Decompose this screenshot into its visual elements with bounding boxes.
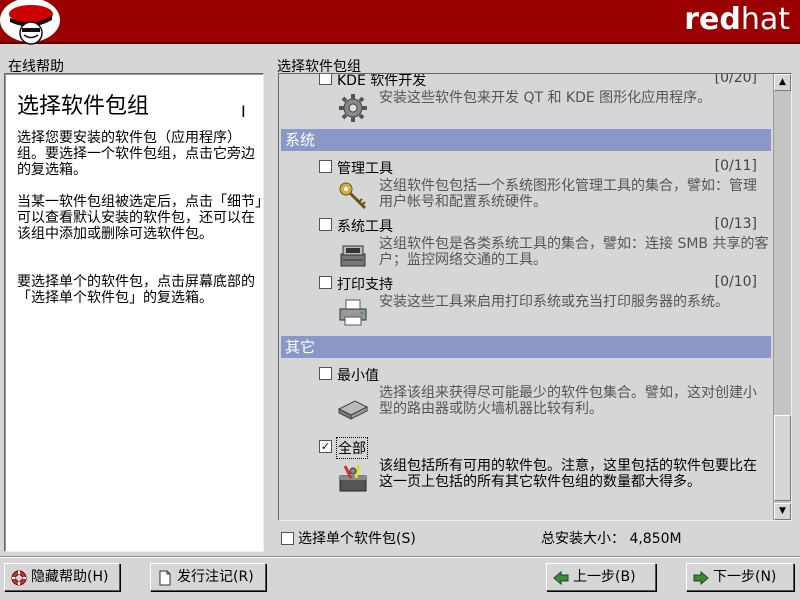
next-button[interactable]: 下一步(N) xyxy=(686,563,794,591)
vertical-scrollbar[interactable]: ▲ ▼ xyxy=(773,74,791,520)
scroll-up-arrow-icon[interactable]: ▲ xyxy=(774,74,791,91)
group-name: 全部 xyxy=(336,437,368,459)
help-panel[interactable]: 选择软件包组 I 选择您要安装的软件包（应用程序）组。要选择一个软件包组，点击它… xyxy=(4,73,264,552)
bottom-separator xyxy=(0,556,800,558)
package-group-row[interactable]: 最小值 选择该组来获得尽可能最少的软件包集合。譬如，这对创建小型的路由器或防火墙… xyxy=(319,365,771,435)
group-name: 管理工具 xyxy=(337,161,393,177)
checkbox-box[interactable] xyxy=(281,532,294,545)
back-button[interactable]: 上一步(B) xyxy=(546,563,656,591)
package-group-list[interactable]: KDE 软件开发 [0/20] 安装这些软件包来开发 QT 和 KDE 图形化应… xyxy=(278,73,792,521)
tools-icon xyxy=(337,238,369,270)
help-title: 选择软件包组 xyxy=(17,94,150,119)
toolbox-icon xyxy=(337,462,369,494)
disk-icon xyxy=(337,391,369,423)
arrow-right-icon xyxy=(693,569,709,586)
help-paragraph: 要选择单个的软件包，点击屏幕底部的「选择单个软件包」的复选箱。 xyxy=(17,274,255,306)
group-name: 最小值 xyxy=(337,368,379,384)
group-checkbox-checked[interactable]: ✓ xyxy=(319,440,332,453)
group-name: KDE 软件开发 xyxy=(337,73,427,89)
group-checkbox[interactable] xyxy=(319,276,332,289)
text-cursor-icon: I xyxy=(241,102,246,121)
group-description: 选择该组来获得尽可能最少的软件包集合。譬如，这对创建小型的路由器或防火墙机器比较… xyxy=(379,385,757,417)
group-checkbox[interactable] xyxy=(319,367,332,380)
package-group-row[interactable]: KDE 软件开发 [0/20] 安装这些软件包来开发 QT 和 KDE 图形化应… xyxy=(319,73,771,126)
group-count: [0/20] xyxy=(714,73,757,86)
lifebuoy-icon xyxy=(11,569,27,586)
shadowman-logo-icon xyxy=(0,0,62,54)
package-group-row[interactable]: 系统工具 [0/13] 这组软件包是各类系统工具的集合，譬如：连接 SMB 共享… xyxy=(319,216,771,272)
group-description: 安装这些工具来启用打印系统或充当打印服务器的系统。 xyxy=(379,294,729,310)
group-checkbox[interactable] xyxy=(319,218,332,231)
group-count: [0/11] xyxy=(714,158,757,174)
category-header-system: 系统 xyxy=(281,129,771,151)
header-bar: redhat xyxy=(0,0,800,45)
redhat-wordmark: redhat xyxy=(684,2,790,37)
group-count: [0/13] xyxy=(714,216,757,232)
package-group-row[interactable]: 打印支持 [0/10] 安装这些工具来启用打印系统或充当打印服务器的系统。 xyxy=(319,274,771,330)
total-install-size: 总安装大小： 4,850M xyxy=(541,531,682,547)
arrow-left-icon xyxy=(553,569,569,586)
checkbox-label: 选择单个软件包(S) xyxy=(298,531,416,547)
group-description: 该组包括所有可用的软件包。注意，这里包括的软件包要比在这一页上包括的所有其它软件… xyxy=(379,458,757,490)
help-paragraph: 选择您要安装的软件包（应用程序）组。要选择一个软件包组，点击它旁边的复选箱。 xyxy=(17,130,255,178)
printer-icon xyxy=(337,296,369,328)
group-checkbox[interactable] xyxy=(319,160,332,173)
gear-icon xyxy=(337,92,369,124)
package-group-row[interactable]: ✓ 全部 该组包括所有可用的软件包。注意，这里包括的软件包要比在这一页上包括的所… xyxy=(319,437,771,512)
group-description: 这组软件包是各类系统工具的集合，譬如：连接 SMB 共享的客户；监控网络交通的工… xyxy=(379,236,769,268)
release-notes-button[interactable]: 发行注记(R) xyxy=(150,563,266,591)
scroll-down-arrow-icon[interactable]: ▼ xyxy=(774,503,791,520)
group-checkbox[interactable] xyxy=(319,74,332,85)
keys-icon xyxy=(337,180,369,212)
scrollbar-thumb[interactable] xyxy=(774,415,791,501)
package-group-row[interactable]: 管理工具 [0/11] 这组软件包包括一个系统图形化管理工具的集合，譬如：管理用… xyxy=(319,158,771,214)
group-name: 打印支持 xyxy=(337,277,393,293)
help-paragraph: 当某一软件包组被选定后，点击「细节」可以查看默认安装的软件包，还可以在该组中添加… xyxy=(17,194,262,242)
group-count: [0/10] xyxy=(714,274,757,290)
hide-help-button[interactable]: 隐藏帮助(H) xyxy=(4,563,120,591)
group-name: 系统工具 xyxy=(337,219,393,235)
group-description: 这组软件包包括一个系统图形化管理工具的集合，譬如：管理用户帐号和配置系统硬件。 xyxy=(379,178,757,210)
select-individual-packages-checkbox[interactable]: 选择单个软件包(S) xyxy=(281,528,416,548)
group-description: 安装这些软件包来开发 QT 和 KDE 图形化应用程序。 xyxy=(379,90,712,106)
category-header-other: 其它 xyxy=(281,336,771,358)
document-icon xyxy=(157,569,173,586)
